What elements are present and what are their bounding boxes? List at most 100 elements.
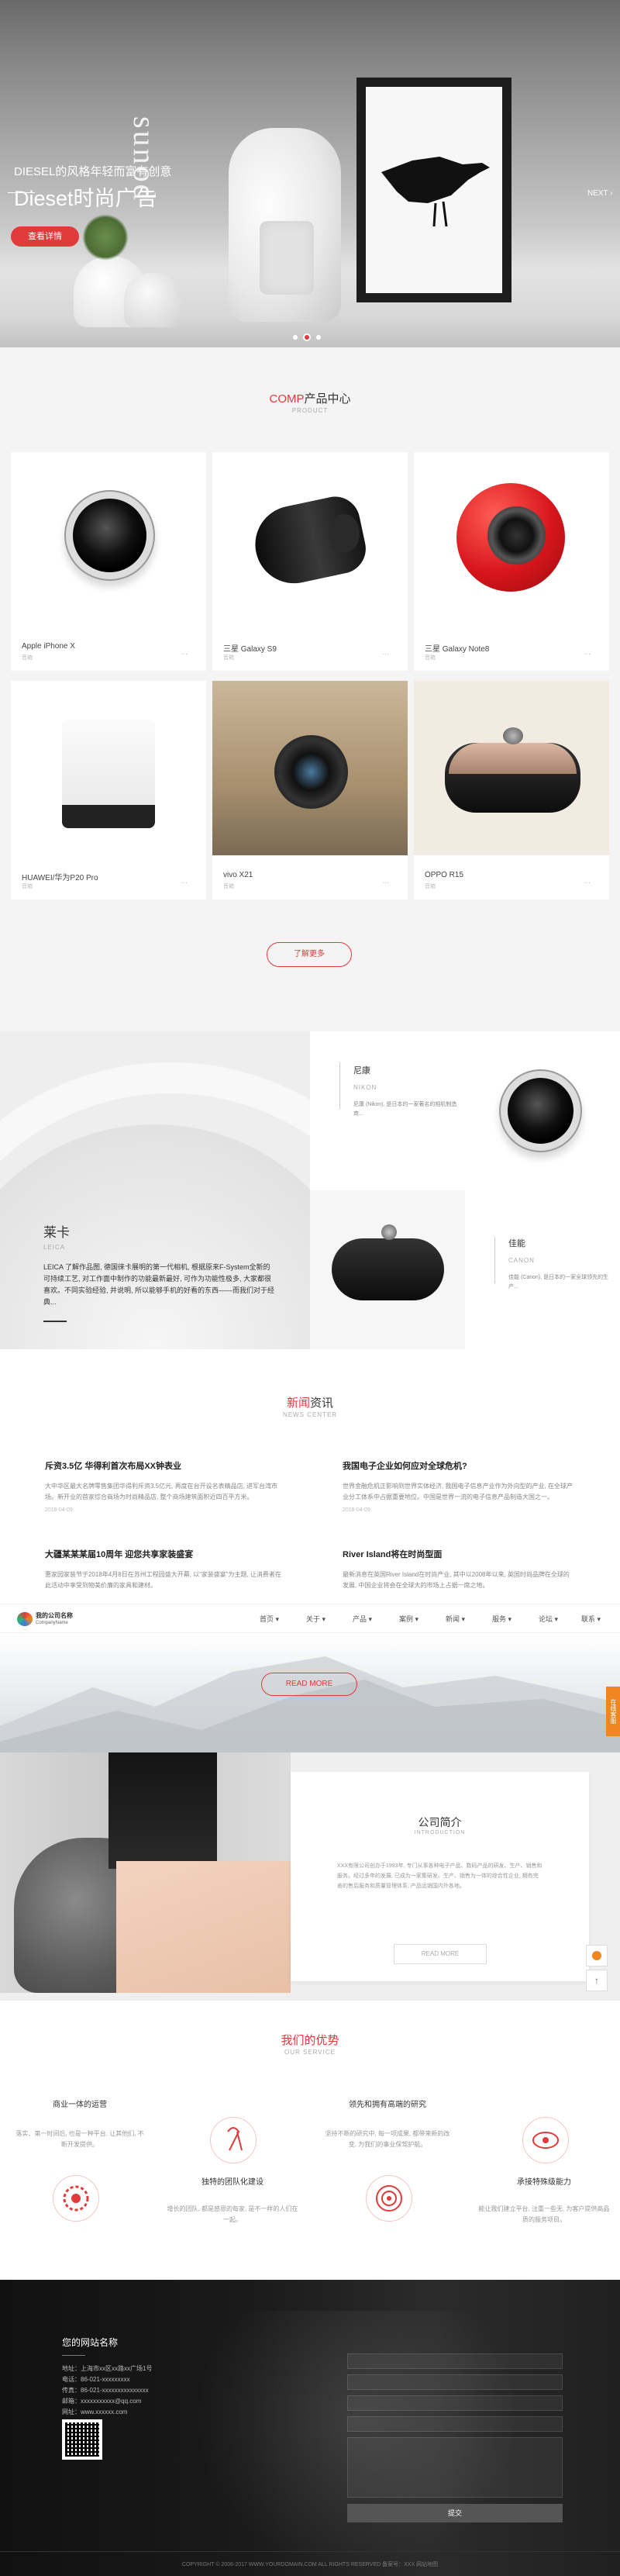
brand-desc: 佳能 (Canon), 是日本的一家全球领先的生产... [508, 1275, 609, 1290]
news-title: 大疆某某某届10周年 迎您共享家装盛宴 [45, 1550, 194, 1559]
hero-tagline: DIESEL的风格年轻而富有创意 [14, 165, 172, 178]
arrow-up-icon: ↑ [594, 1975, 599, 1986]
about-photo [0, 1752, 291, 1993]
advantage-item-title: 承接特殊级能力 [517, 2178, 571, 2187]
nav-item-forum[interactable]: 论坛 ▾ [539, 1614, 558, 1624]
person-skirt [116, 1861, 291, 1993]
news-date: 2018-04-09 [45, 1507, 73, 1513]
product-name: vivo X21 [223, 871, 253, 879]
online-service-tab[interactable]: 在线客服 [606, 1687, 620, 1736]
advantage-title: 我们的优势 [281, 2034, 339, 2047]
target-icon [366, 2175, 412, 2222]
news-desc: 大中华区最大名牌零售集团华得利斥资3.5亿元, 再度在台开设名表精品店, 进军台… [45, 1483, 278, 1500]
nav-item-news[interactable]: 新闻 ▾ [446, 1614, 465, 1624]
news-section-subtitle: NEWS CENTER [282, 1411, 338, 1418]
more-icon[interactable]: ... [383, 648, 389, 657]
title-accent: COMP [269, 392, 305, 406]
product-image [212, 681, 408, 855]
footer-message-textarea[interactable] [347, 2437, 563, 2498]
chevron-down-icon: ▾ [322, 1615, 326, 1623]
product-category: 音箱 [22, 884, 33, 889]
brand-en: NIKON [353, 1084, 377, 1091]
footer-email: 邮箱：xxxxxxxxxxx@qq.com [62, 2398, 142, 2405]
product-card[interactable]: 三星 Galaxy S9 音箱 ... [212, 452, 408, 671]
product-card[interactable]: HUAWEI/华为P20 Pro 音箱 ... [11, 681, 206, 900]
eye-icon [522, 2117, 569, 2163]
crow-icon [381, 157, 490, 227]
footer-email-input[interactable] [347, 2395, 563, 2411]
footer-address: 地址：上海市xx区xx路xx广场1号 [62, 2365, 153, 2372]
nav-item-contact[interactable]: 联系 ▾ [581, 1614, 601, 1624]
logo-text[interactable]: 我的公司名称 [36, 1611, 73, 1620]
brand-name: 佳能 [508, 1239, 525, 1248]
hero-vase-inner [260, 221, 314, 295]
slider-dot-active[interactable] [305, 335, 309, 340]
customer-service-button[interactable] [586, 1945, 608, 1967]
chevron-down-icon: ▾ [508, 1615, 512, 1623]
product-category: 音箱 [223, 655, 234, 661]
logo-en: CompanyName [36, 1621, 68, 1625]
footer-submit-button[interactable]: 提交 [347, 2504, 563, 2522]
product-image [11, 681, 206, 855]
hero-next-button[interactable]: NEXT › [587, 189, 613, 198]
more-icon[interactable]: ... [584, 648, 591, 657]
brand-en: LEICA [43, 1244, 66, 1251]
news-desc: 最新消息在英国River Island在时尚产业, 其中以2008年以来, 英国… [343, 1571, 570, 1589]
more-icon[interactable]: ... [181, 877, 188, 886]
brand-card-canon[interactable]: 佳能 CANON 佳能 (Canon), 是日本的一家全球领先的生产... [465, 1190, 620, 1349]
footer-divider [62, 2355, 85, 2356]
nav-item-services[interactable]: 服务 ▾ [492, 1614, 512, 1624]
footer-phone-input[interactable] [347, 2374, 563, 2390]
hero-detail-button[interactable]: 查看详情 [11, 226, 79, 247]
news-title: River Island将在时尚型面 [343, 1550, 443, 1559]
slider-dot[interactable] [293, 335, 298, 340]
nav-item-cases[interactable]: 案例 ▾ [399, 1614, 418, 1624]
product-card[interactable]: Apple iPhone X 音箱 ... [11, 452, 206, 671]
product-card[interactable]: vivo X21 音箱 ... [212, 681, 408, 900]
news-item[interactable]: River Island将在时尚型面 最新消息在英国River Island在时… [343, 1548, 575, 1591]
hero-pot [124, 273, 182, 327]
product-category: 音箱 [223, 884, 234, 889]
news-item[interactable]: 我国电子企业如何应对全球危机? 世界金融危机正影响到世界实体经济, 我国电子信息… [343, 1459, 575, 1513]
more-icon[interactable]: ... [584, 877, 591, 886]
product-card[interactable]: 三星 Galaxy Note8 音箱 ... [414, 452, 609, 671]
about-section: 公司简介 INTRODUCTION XXX有限公司创办于1993年, 专门从事各… [0, 1752, 620, 2001]
brand-image-canon [310, 1190, 465, 1349]
chevron-down-icon: ▾ [597, 1615, 601, 1623]
nav-item-about[interactable]: 关于 ▾ [306, 1614, 326, 1624]
products-more-button[interactable]: 了解更多 [267, 942, 352, 967]
product-section-subtitle: PRODUCT [291, 407, 329, 414]
product-card[interactable]: OPPO R15 音箱 ... [414, 681, 609, 900]
news-desc: 世界金融危机正影响到世界实体经济, 我国电子信息产业作为外向型的产业, 在全球产… [343, 1483, 573, 1500]
logo-icon[interactable] [17, 1612, 33, 1626]
product-category: 音箱 [22, 655, 33, 661]
news-title: 我国电子企业如何应对全球危机? [343, 1462, 467, 1471]
slider-dots [293, 335, 321, 340]
brand-card-nikon[interactable]: 尼康 NIKON 尼康 (Nikon), 是日本的一家著名的相机制造商... [310, 1031, 465, 1190]
product-image [212, 452, 408, 627]
product-image [11, 452, 206, 627]
chevron-down-icon: ▾ [554, 1615, 559, 1623]
slider-dot[interactable] [316, 335, 321, 340]
footer-website: 网址：www.xxxxxx.com [62, 2409, 128, 2415]
person-icon [592, 1951, 601, 1960]
more-icon[interactable]: ... [181, 648, 188, 657]
nav-item-home[interactable]: 首页 ▾ [260, 1614, 279, 1624]
more-icon[interactable]: ... [383, 877, 389, 886]
news-read-more-button[interactable]: READ MORE [261, 1673, 357, 1696]
back-to-top-button[interactable]: ↑ [586, 1970, 608, 1991]
footer-separator [0, 2551, 620, 2552]
hero-plant [82, 214, 129, 261]
chevron-right-icon: › [610, 189, 613, 198]
product-name: OPPO R15 [425, 871, 464, 879]
footer-subject-input[interactable] [347, 2416, 563, 2432]
footer-name-input[interactable] [347, 2353, 563, 2369]
about-read-more-button[interactable]: READ MORE [394, 1944, 487, 1964]
brand-leica: 莱卡 LEICA LEICA 了解作品图, 德国徕卡展明的第一代相机, 根据原来… [43, 1221, 276, 1322]
news-item[interactable]: 大疆某某某届10周年 迎您共享家装盛宴 惠家园家装节于2018年4月8日在苏州工… [45, 1548, 285, 1591]
ribbon-icon [210, 2117, 257, 2163]
nav-item-products[interactable]: 产品 ▾ [353, 1614, 372, 1624]
news-item[interactable]: 斥资3.5亿 华得利首次布局XX钟表业 大中华区最大名牌零售集团华得利斥资3.5… [45, 1459, 285, 1513]
chevron-down-icon: ▾ [415, 1615, 419, 1623]
product-image [414, 681, 609, 855]
